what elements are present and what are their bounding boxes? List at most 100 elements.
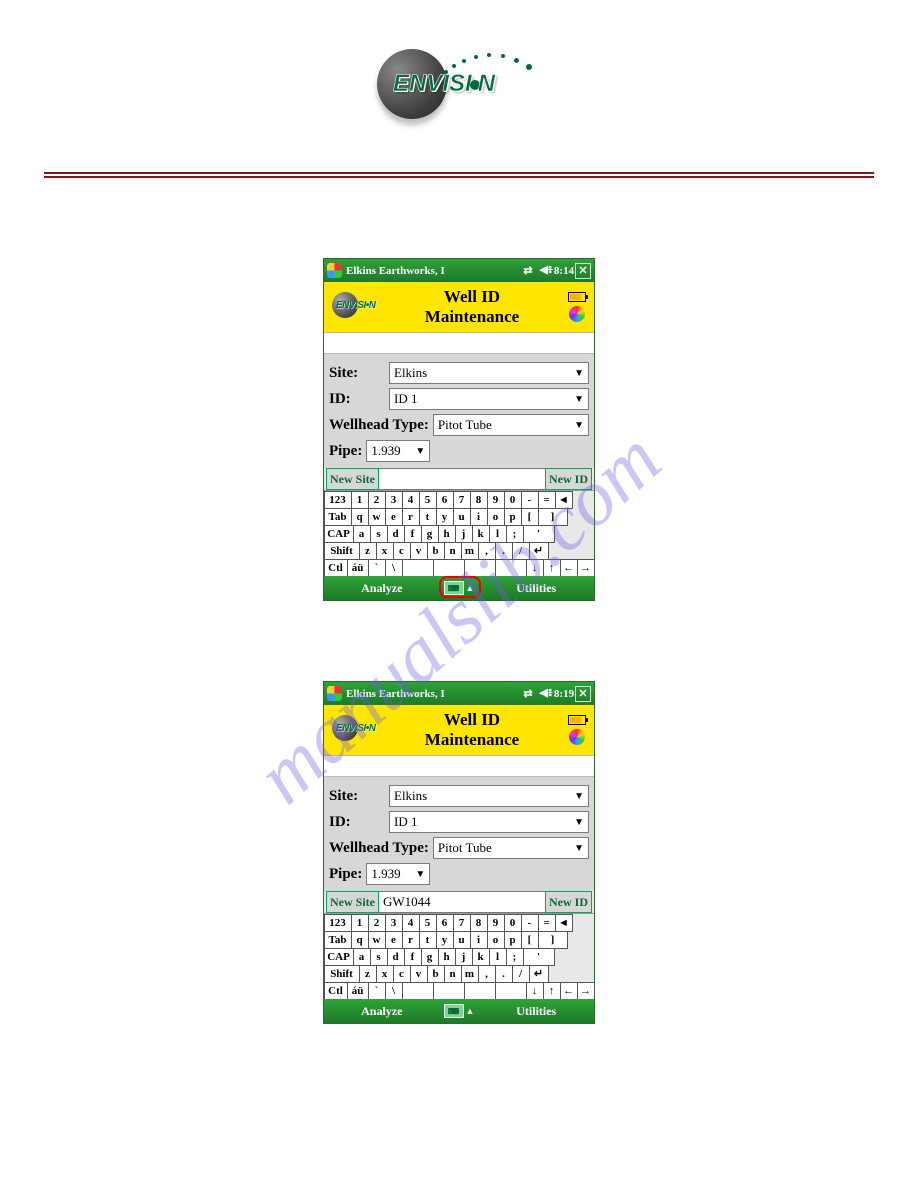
close-button[interactable]: ✕: [575, 686, 591, 702]
key-4[interactable]: 4: [402, 914, 420, 932]
pipe-select[interactable]: 1.939▼: [366, 863, 430, 885]
key-'[interactable]: ': [523, 525, 555, 543]
key-→[interactable]: →: [577, 559, 595, 577]
key-d[interactable]: d: [387, 948, 405, 966]
key-◄[interactable]: ◄: [555, 914, 573, 932]
key-][interactable]: ]: [538, 508, 568, 526]
spacebar-key[interactable]: [495, 559, 527, 577]
key-6[interactable]: 6: [436, 914, 454, 932]
key-r[interactable]: r: [402, 931, 420, 949]
key-z[interactable]: z: [359, 965, 377, 983]
key-x[interactable]: x: [376, 542, 394, 560]
key-◄[interactable]: ◄: [555, 491, 573, 509]
key-=[interactable]: =: [538, 914, 556, 932]
key-→[interactable]: →: [577, 982, 595, 1000]
key-\[interactable]: \: [385, 982, 403, 1000]
key-g[interactable]: g: [421, 948, 439, 966]
key-e[interactable]: e: [385, 508, 403, 526]
keyboard-toggle[interactable]: ⌨ ▲: [440, 1004, 479, 1018]
spacebar-key[interactable]: [464, 982, 496, 1000]
key-\[interactable]: \: [385, 559, 403, 577]
key-,[interactable]: ,: [478, 965, 496, 983]
key-áü[interactable]: áü: [347, 559, 369, 577]
key-3[interactable]: 3: [385, 491, 403, 509]
key-tab[interactable]: Tab: [324, 508, 352, 526]
key-l[interactable]: l: [489, 948, 507, 966]
key-;[interactable]: ;: [506, 948, 524, 966]
pipe-select[interactable]: 1.939▼: [366, 440, 430, 462]
key-,[interactable]: ,: [478, 542, 496, 560]
key-v[interactable]: v: [410, 542, 428, 560]
key-123[interactable]: 123: [324, 491, 352, 509]
key-u[interactable]: u: [453, 508, 471, 526]
key-;[interactable]: ;: [506, 525, 524, 543]
key-k[interactable]: k: [472, 948, 490, 966]
analyze-button[interactable]: Analyze: [324, 1004, 440, 1019]
site-select[interactable]: Elkins▼: [389, 785, 589, 807]
key-↓[interactable]: ↓: [526, 982, 544, 1000]
key-z[interactable]: z: [359, 542, 377, 560]
key-5[interactable]: 5: [419, 914, 437, 932]
key-↑[interactable]: ↑: [543, 559, 561, 577]
key-↓[interactable]: ↓: [526, 559, 544, 577]
new-id-button[interactable]: New ID: [545, 891, 592, 913]
key-'[interactable]: ': [523, 948, 555, 966]
key-d[interactable]: d: [387, 525, 405, 543]
key-l[interactable]: l: [489, 525, 507, 543]
key-shift[interactable]: Shift: [324, 965, 360, 983]
key-áü[interactable]: áü: [347, 982, 369, 1000]
spacebar-key[interactable]: [433, 982, 465, 1000]
key-/[interactable]: /: [512, 542, 530, 560]
key-f[interactable]: f: [404, 948, 422, 966]
key-y[interactable]: y: [436, 508, 454, 526]
key-w[interactable]: w: [368, 508, 386, 526]
key-y[interactable]: y: [436, 931, 454, 949]
key-←[interactable]: ←: [560, 982, 578, 1000]
key-←[interactable]: ←: [560, 559, 578, 577]
key-.[interactable]: .: [495, 965, 513, 983]
key-o[interactable]: o: [487, 931, 505, 949]
key-k[interactable]: k: [472, 525, 490, 543]
key-[[interactable]: [: [521, 508, 539, 526]
key-.[interactable]: .: [495, 542, 513, 560]
key--[interactable]: -: [521, 491, 539, 509]
key-g[interactable]: g: [421, 525, 439, 543]
key-[[interactable]: [: [521, 931, 539, 949]
new-site-input[interactable]: GW1044: [379, 891, 545, 913]
key-n[interactable]: n: [444, 542, 462, 560]
key-h[interactable]: h: [438, 948, 456, 966]
utilities-button[interactable]: Utilities: [478, 581, 594, 596]
key-v[interactable]: v: [410, 965, 428, 983]
key-6[interactable]: 6: [436, 491, 454, 509]
key-j[interactable]: j: [455, 525, 473, 543]
key-b[interactable]: b: [427, 542, 445, 560]
key-p[interactable]: p: [504, 508, 522, 526]
key-7[interactable]: 7: [453, 914, 471, 932]
spacebar-key[interactable]: [402, 559, 434, 577]
key-c[interactable]: c: [393, 965, 411, 983]
key-2[interactable]: 2: [368, 914, 386, 932]
key-↵[interactable]: ↵: [529, 542, 549, 560]
key-`[interactable]: `: [368, 982, 386, 1000]
key-i[interactable]: i: [470, 931, 488, 949]
new-site-button[interactable]: New Site: [326, 891, 379, 913]
key-q[interactable]: q: [351, 508, 369, 526]
key-t[interactable]: t: [419, 931, 437, 949]
key-8[interactable]: 8: [470, 914, 488, 932]
utilities-button[interactable]: Utilities: [478, 1004, 594, 1019]
key-0[interactable]: 0: [504, 491, 522, 509]
new-site-button[interactable]: New Site: [326, 468, 379, 490]
key-123[interactable]: 123: [324, 914, 352, 932]
keyboard-toggle[interactable]: ⌨ ▲: [440, 581, 479, 595]
id-select[interactable]: ID 1▼: [389, 388, 589, 410]
key-s[interactable]: s: [370, 948, 388, 966]
key--[interactable]: -: [521, 914, 539, 932]
close-button[interactable]: ✕: [575, 263, 591, 279]
key-q[interactable]: q: [351, 931, 369, 949]
key-m[interactable]: m: [461, 965, 479, 983]
key-cap[interactable]: CAP: [324, 525, 354, 543]
key-e[interactable]: e: [385, 931, 403, 949]
key-a[interactable]: a: [353, 525, 371, 543]
key-o[interactable]: o: [487, 508, 505, 526]
key-p[interactable]: p: [504, 931, 522, 949]
